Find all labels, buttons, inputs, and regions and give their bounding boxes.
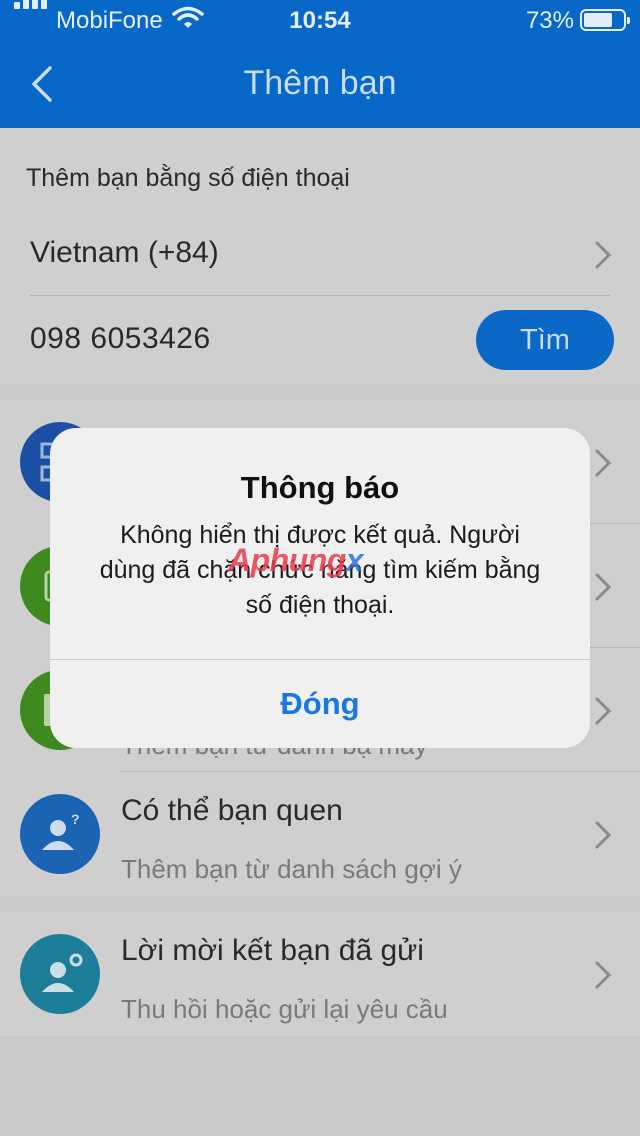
watermark-logo: Aphungx: [228, 542, 364, 578]
friend-request-icon: [20, 934, 100, 1014]
country-selector[interactable]: Vietnam (+84): [0, 214, 640, 296]
battery-icon: [580, 9, 630, 31]
chevron-right-icon: [595, 961, 612, 989]
page-title: Thêm bạn: [243, 64, 397, 102]
sent-requests-section: Lời mời kết bạn đã gửi Thu hồi hoặc gửi …: [0, 912, 640, 1036]
chevron-right-icon: [595, 697, 612, 725]
country-value: Vietnam (+84): [30, 236, 219, 269]
list-item-sent-requests[interactable]: Lời mời kết bạn đã gửi Thu hồi hoặc gửi …: [0, 912, 640, 1036]
chevron-right-icon: [595, 573, 612, 601]
section-label: Thêm bạn bằng số điện thoại: [26, 164, 350, 192]
svg-text:?: ?: [71, 811, 80, 827]
alert-title: Thông báo: [240, 470, 400, 505]
search-button[interactable]: Tìm: [476, 310, 614, 370]
people-suggest-icon: ?: [20, 794, 100, 874]
chevron-right-icon: [595, 449, 612, 477]
close-button[interactable]: Đóng: [50, 660, 590, 748]
chevron-right-icon: [595, 821, 612, 849]
list-item-suggestions[interactable]: ? Có thể bạn quen Thêm bạn từ danh sách …: [0, 772, 640, 896]
list-item-subtitle: Thêm bạn từ danh sách gợi ý: [121, 854, 462, 884]
list-item-title: Lời mời kết bạn đã gửi: [121, 934, 424, 967]
list-item-subtitle: Thu hồi hoặc gửi lại yêu cầu: [121, 994, 448, 1024]
battery-percentage: 73%: [525, 7, 574, 34]
alert-dialog: Thông báo Không hiển thị được kết quả. N…: [50, 428, 590, 748]
navigation-bar: MobiFone 10:54 73% Thêm bạn: [0, 0, 640, 128]
phone-number-input[interactable]: 098 6053426: [30, 322, 211, 356]
phone-input-row: 098 6053426 Tìm: [0, 296, 640, 384]
list-item-title: Có thể bạn quen: [121, 794, 343, 827]
chevron-right-icon: [595, 241, 612, 269]
status-bar: MobiFone 10:54 73%: [0, 0, 640, 40]
add-by-phone-section: Thêm bạn bằng số điện thoại Vietnam (+84…: [0, 128, 640, 384]
